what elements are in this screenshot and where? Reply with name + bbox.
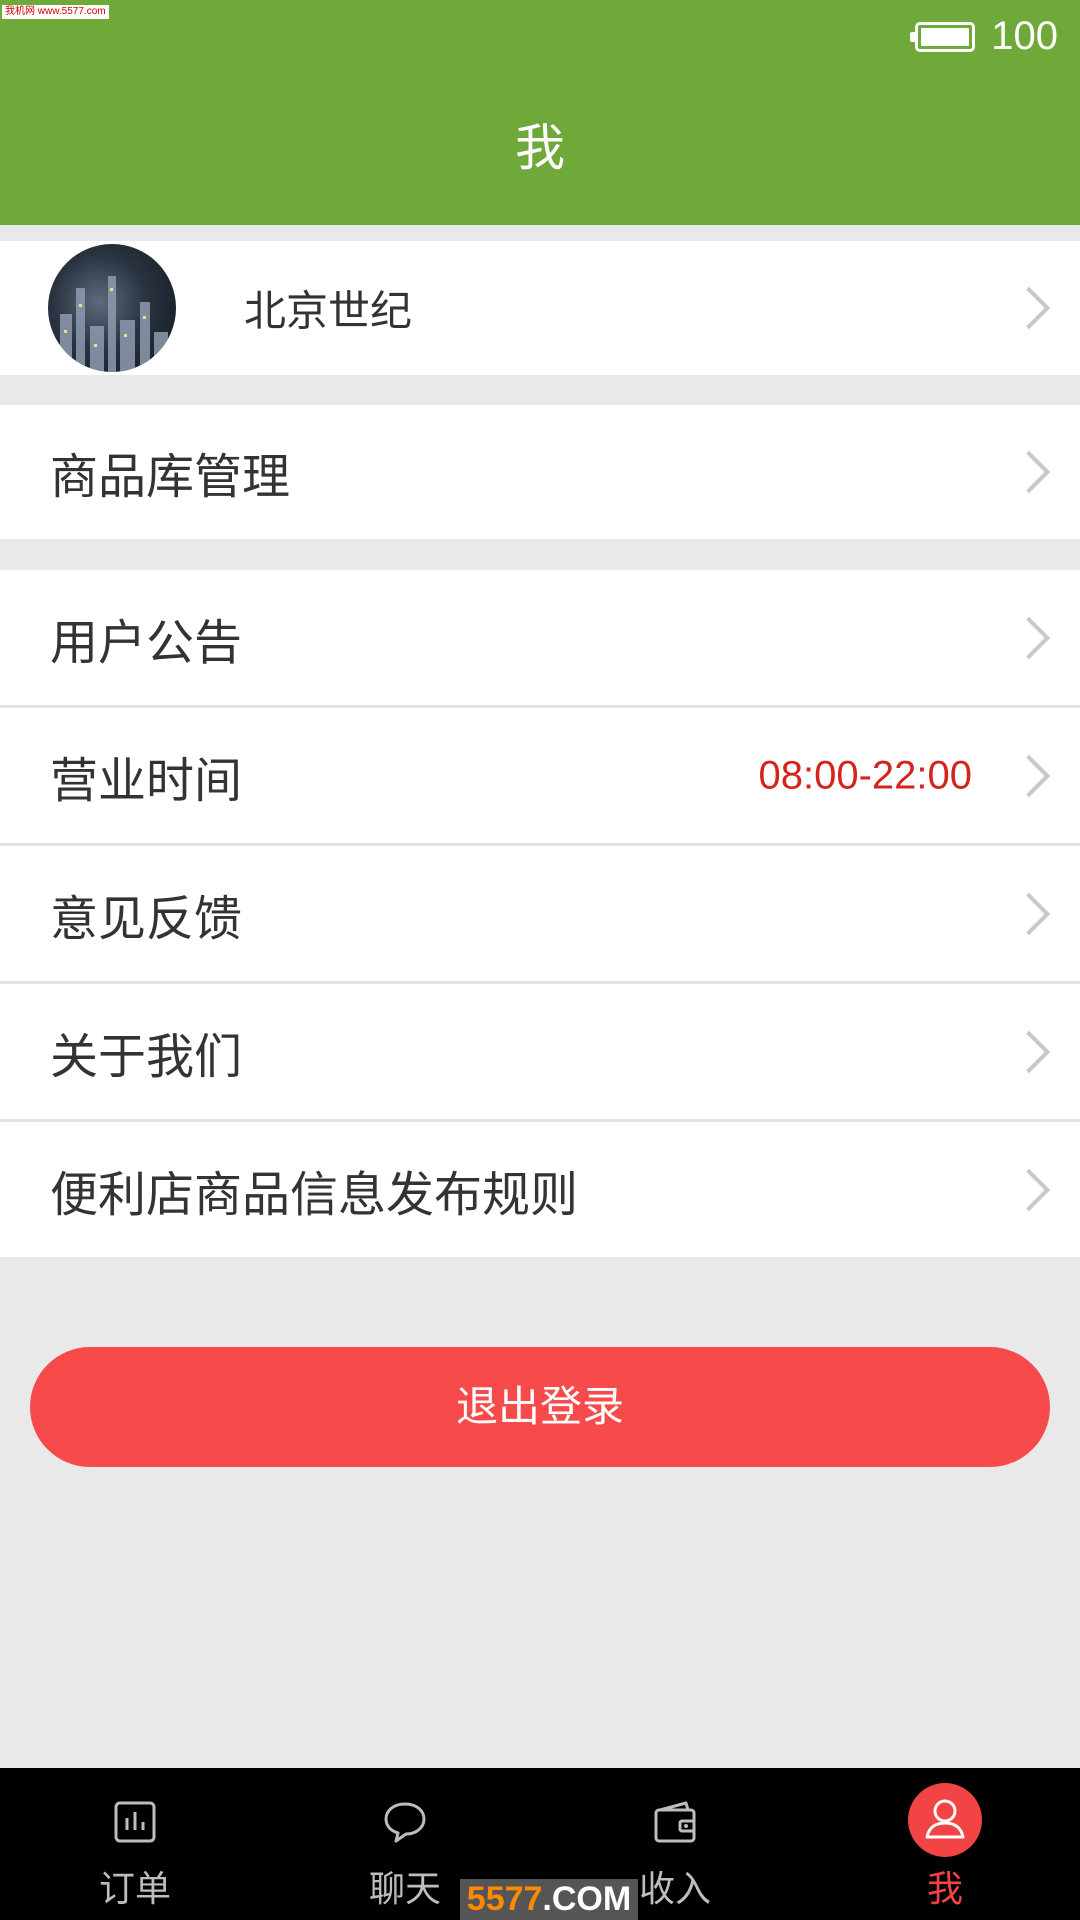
menu-item-about-us[interactable]: 关于我们 <box>0 984 1080 1119</box>
chevron-right-icon <box>1007 1168 1051 1211</box>
battery-icon <box>910 22 975 52</box>
battery-level-fill <box>921 28 969 46</box>
chevron-right-icon <box>1007 892 1051 935</box>
header-bar: 我机网 www.5577.com 100 我 <box>0 0 1080 225</box>
watermark-top: 我机网 www.5577.com <box>2 5 109 19</box>
menu-item-label: 商品库管理 <box>50 449 291 505</box>
tab-label: 订单 <box>98 1869 171 1910</box>
watermark-bottom-accent: 5577 <box>466 1880 543 1918</box>
menu-item-feedback[interactable]: 意见反馈 <box>0 846 1080 981</box>
chevron-right-icon <box>1007 286 1051 330</box>
menu-item-label: 便利店商品信息发布规则 <box>50 1166 579 1223</box>
tab-label: 我 <box>926 1869 963 1910</box>
chat-bubble-icon <box>384 1802 426 1843</box>
tab-orders[interactable]: 订单 <box>55 1768 215 1920</box>
user-icon <box>908 1783 982 1857</box>
menu-item-publishing-rules[interactable]: 便利店商品信息发布规则 <box>0 1122 1080 1257</box>
chevron-right-icon <box>1007 1030 1051 1073</box>
watermark-bottom: 5577.COM <box>460 1879 638 1920</box>
business-hours-value: 08:00-22:00 <box>758 753 972 797</box>
watermark-bottom-rest: .COM <box>542 1880 632 1918</box>
logout-button[interactable]: 退出登录 <box>30 1347 1050 1467</box>
menu-item-business-hours[interactable]: 营业时间 08:00-22:00 <box>0 708 1080 843</box>
menu-item-label: 意见反馈 <box>50 890 243 947</box>
menu-item-label: 用户公告 <box>50 614 243 671</box>
menu-item-product-library[interactable]: 商品库管理 <box>0 405 1080 539</box>
menu-item-announcements[interactable]: 用户公告 <box>0 570 1080 705</box>
page-title: 我 <box>515 119 565 177</box>
chevron-right-icon <box>1007 616 1051 659</box>
chevron-right-icon <box>1007 754 1051 797</box>
avatar <box>48 244 176 372</box>
chart-icon <box>114 1801 156 1843</box>
menu-item-label: 关于我们 <box>50 1028 243 1085</box>
menu-item-label: 营业时间 <box>50 752 243 809</box>
chevron-right-icon <box>1007 450 1051 494</box>
wallet-icon <box>654 1801 696 1843</box>
battery-percentage: 100 <box>991 14 1058 58</box>
tab-me[interactable]: 我 <box>865 1768 1025 1920</box>
profile-name: 北京世纪 <box>244 286 413 336</box>
profile-row[interactable]: 北京世纪 <box>0 241 1080 375</box>
